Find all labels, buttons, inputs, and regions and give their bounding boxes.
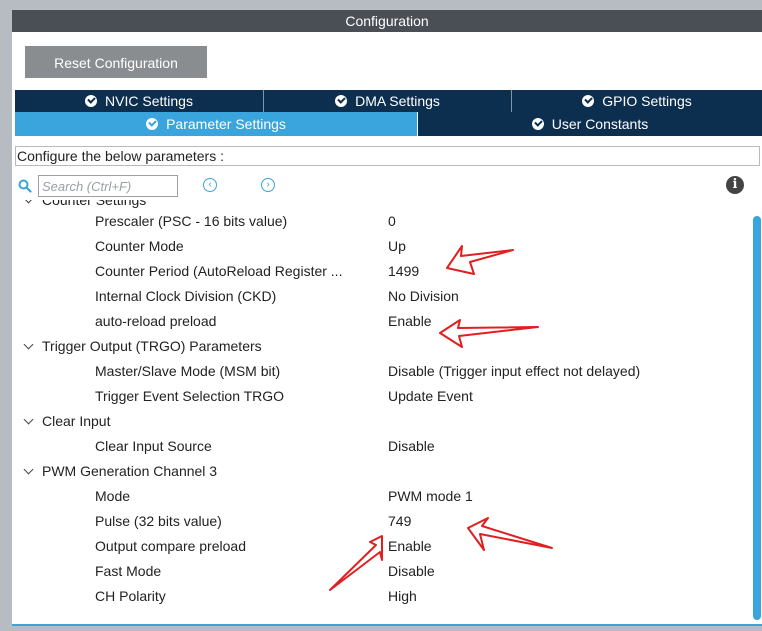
check-circle-icon — [85, 95, 98, 107]
param-row-clear-input-source[interactable]: Clear Input Source Disable — [12, 434, 747, 459]
scrollbar-thumb[interactable] — [753, 216, 761, 620]
search-icon — [18, 179, 32, 193]
param-name: Master/Slave Mode (MSM bit) — [95, 363, 281, 379]
param-name: CH Polarity — [95, 588, 166, 604]
configuration-panel: Configuration Reset Configuration NVIC S… — [0, 0, 762, 631]
param-name: Internal Clock Division (CKD) — [95, 288, 277, 304]
previous-match-icon[interactable]: ‹ — [203, 178, 217, 192]
param-row-trgo-selection[interactable]: Trigger Event Selection TRGO Update Even… — [12, 384, 747, 409]
param-name: Counter Period (AutoReload Register ... — [95, 263, 343, 279]
settings-tabs-row-2: Parameter Settings User Constants — [15, 112, 762, 136]
chevron-down-icon[interactable] — [22, 459, 36, 484]
info-icon[interactable]: i — [726, 176, 744, 194]
param-row-autoreload-preload[interactable]: auto-reload preload Enable — [12, 309, 747, 334]
param-value[interactable]: 0 — [388, 209, 396, 234]
reset-configuration-button[interactable]: Reset Configuration — [25, 46, 207, 78]
param-value[interactable]: Up — [388, 234, 406, 259]
tab-label: DMA Settings — [355, 93, 440, 109]
settings-tabs-row-1: NVIC Settings DMA Settings GPIO Settings — [15, 90, 762, 112]
tab-label: User Constants — [551, 116, 649, 132]
bottom-border — [12, 624, 762, 626]
param-value[interactable]: Enable — [388, 534, 432, 559]
param-row-counter-mode[interactable]: Counter Mode Up — [12, 234, 747, 259]
param-value[interactable]: Enable — [388, 309, 432, 334]
check-circle-icon — [531, 118, 544, 130]
chevron-down-icon[interactable] — [22, 409, 36, 434]
param-row-mode[interactable]: Mode PWM mode 1 — [12, 484, 747, 509]
param-row-pulse[interactable]: Pulse (32 bits value) 749 — [12, 509, 747, 534]
param-value[interactable]: 749 — [388, 509, 411, 534]
param-row-output-compare-preload[interactable]: Output compare preload Enable — [12, 534, 747, 559]
param-name: Pulse (32 bits value) — [95, 513, 222, 529]
param-value[interactable]: Disable — [388, 434, 435, 459]
group-trgo-parameters[interactable]: Trigger Output (TRGO) Parameters — [12, 334, 747, 359]
tab-parameter-settings[interactable]: Parameter Settings — [15, 112, 418, 136]
param-value[interactable]: Disable — [388, 559, 435, 584]
param-name: Fast Mode — [95, 563, 162, 579]
param-name: Mode — [95, 488, 131, 504]
group-label: Clear Input — [42, 413, 111, 429]
param-name: Output compare preload — [95, 538, 246, 554]
check-circle-icon — [582, 95, 595, 107]
search-toolbar: ‹ › i — [15, 174, 762, 200]
param-row-ch-polarity[interactable]: CH Polarity High — [12, 584, 747, 609]
check-circle-icon — [146, 118, 159, 130]
tab-nvic-settings[interactable]: NVIC Settings — [15, 90, 264, 112]
param-value[interactable]: No Division — [388, 284, 459, 309]
param-value[interactable]: High — [388, 584, 417, 609]
param-name: Counter Mode — [95, 238, 184, 254]
param-row-prescaler[interactable]: Prescaler (PSC - 16 bits value) 0 — [12, 209, 747, 234]
tab-dma-settings[interactable]: DMA Settings — [264, 90, 512, 112]
param-row-msm[interactable]: Master/Slave Mode (MSM bit) Disable (Tri… — [12, 359, 747, 384]
tab-label: NVIC Settings — [105, 93, 193, 109]
group-label: PWM Generation Channel 3 — [42, 463, 218, 479]
param-row-counter-period[interactable]: Counter Period (AutoReload Register ... … — [12, 259, 747, 284]
next-match-icon[interactable]: › — [261, 178, 275, 192]
param-row-fast-mode[interactable]: Fast Mode Disable — [12, 559, 747, 584]
search-input[interactable] — [38, 175, 178, 197]
group-label: Trigger Output (TRGO) Parameters — [42, 338, 262, 354]
tab-label: Parameter Settings — [166, 116, 286, 132]
panel-title: Configuration — [12, 10, 762, 32]
vertical-scrollbar[interactable] — [753, 216, 762, 624]
group-pwm-channel-3[interactable]: PWM Generation Channel 3 — [12, 459, 747, 484]
param-value[interactable]: Disable (Trigger input effect not delaye… — [388, 359, 640, 384]
chevron-down-icon[interactable] — [22, 334, 36, 359]
parameters-tree: Counter Settings Prescaler (PSC - 16 bit… — [12, 200, 747, 626]
param-value[interactable]: 1499 — [388, 259, 419, 284]
tab-label: GPIO Settings — [602, 93, 692, 109]
group-clear-input[interactable]: Clear Input — [12, 409, 747, 434]
param-row-clock-division[interactable]: Internal Clock Division (CKD) No Divisio… — [12, 284, 747, 309]
panel-content: Reset Configuration NVIC Settings DMA Se… — [12, 32, 762, 626]
check-circle-icon — [335, 95, 348, 107]
tab-user-constants[interactable]: User Constants — [418, 112, 762, 136]
param-name: Prescaler (PSC - 16 bits value) — [95, 213, 288, 229]
param-name: Trigger Event Selection TRGO — [95, 388, 285, 404]
description-text: Configure the below parameters : — [15, 146, 760, 166]
param-value[interactable]: Update Event — [388, 384, 473, 409]
param-value[interactable]: PWM mode 1 — [388, 484, 473, 509]
tab-gpio-settings[interactable]: GPIO Settings — [512, 90, 762, 112]
param-name: Clear Input Source — [95, 438, 212, 454]
param-name: auto-reload preload — [95, 313, 217, 329]
